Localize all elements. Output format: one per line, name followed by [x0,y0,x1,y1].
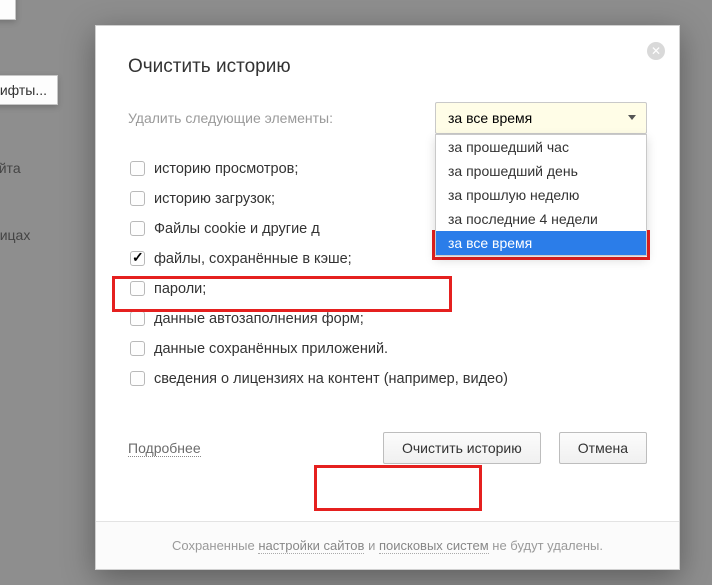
footer-prefix: Сохраненные [172,538,258,553]
footer-suffix: не будут удалены. [489,538,603,553]
bg-text-site: ы сайта [0,160,64,186]
time-option-all[interactable]: за все время [436,231,646,255]
clear-history-dialog: ✕ Очистить историю Удалить следующие эле… [95,25,680,570]
clear-history-button[interactable]: Очистить историю [383,432,541,464]
checkbox-browsing-history[interactable] [130,161,145,176]
footer-link-site-settings[interactable]: настройки сайтов [258,538,364,554]
option-passwords: пароли; [128,274,647,304]
time-range-value: за все время [448,110,532,126]
cancel-button[interactable]: Отмена [559,432,647,464]
chevron-down-icon [628,115,636,120]
label-browsing-history: историю просмотров; [154,161,298,177]
delete-range-label: Удалить следующие элементы: [128,110,333,126]
dialog-title: Очистить историю [128,56,647,78]
time-range-select[interactable]: за все время [435,102,647,134]
fonts-label: рифты... [0,82,47,98]
label-app-data: данные сохранённых приложений. [154,341,388,357]
footer-mid: и [364,538,379,553]
time-option-hour[interactable]: за прошедший час [436,135,646,159]
time-range-dropdown: за прошедший час за прошедший день за пр… [435,134,647,256]
bg-text-pages: траницах [0,227,68,253]
time-option-day[interactable]: за прошедший день [436,159,646,183]
checkbox-autofill[interactable] [130,311,145,326]
checkbox-passwords[interactable] [130,281,145,296]
label-passwords: пароли; [154,281,206,297]
more-link[interactable]: Подробнее [128,440,201,457]
checkbox-cached-files[interactable] [130,251,145,266]
label-autofill: данные автозаполнения форм; [154,311,364,327]
highlight-frame-clear-button [314,465,482,511]
fonts-button[interactable]: рифты... [0,75,58,105]
checkbox-cookies[interactable] [130,221,145,236]
checkbox-app-data[interactable] [130,341,145,356]
time-option-4weeks[interactable]: за последние 4 недели [436,207,646,231]
option-licenses: сведения о лицензиях на контент (наприме… [128,364,647,394]
label-download-history: историю загрузок; [154,191,275,207]
footer-link-search-engines[interactable]: поисковых систем [379,538,489,554]
option-app-data: данные сохранённых приложений. [128,334,647,364]
checkbox-licenses[interactable] [130,371,145,386]
dialog-footer: Сохраненные настройки сайтов и поисковых… [96,521,679,569]
option-autofill: данные автозаполнения форм; [128,304,647,334]
checkbox-download-history[interactable] [130,191,145,206]
label-cached-files: файлы, сохранённые в кэше; [154,251,352,267]
close-icon[interactable]: ✕ [647,42,665,60]
label-cookies: Файлы cookie и другие д [154,221,320,237]
label-licenses: сведения о лицензиях на контент (наприме… [154,371,508,387]
time-option-week[interactable]: за прошлую неделю [436,183,646,207]
